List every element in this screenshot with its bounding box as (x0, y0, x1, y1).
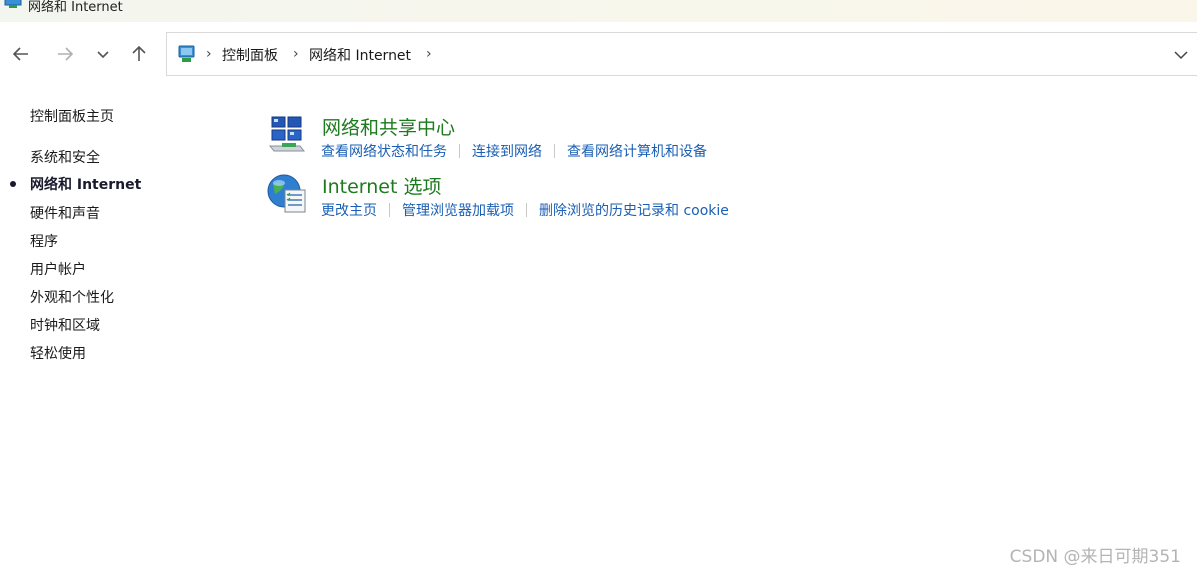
control-panel-icon (178, 45, 195, 62)
arrow-up-icon (132, 45, 146, 61)
breadcrumb-control-panel[interactable]: 控制面板 (222, 45, 278, 65)
link-change-homepage[interactable]: 更改主页 (321, 200, 377, 220)
category-links: 查看网络状态和任务 连接到网络 查看网络计算机和设备 (321, 141, 707, 161)
internet-options-icon (267, 174, 306, 213)
back-button[interactable] (9, 42, 33, 66)
control-panel-icon (4, 0, 22, 8)
arrow-right-icon (58, 47, 74, 61)
arrow-left-icon (12, 47, 28, 61)
title-bar: 网络和 Internet (0, 0, 1197, 22)
link-divider (554, 144, 555, 158)
category-title[interactable]: 网络和共享中心 (322, 113, 455, 140)
link-divider (389, 203, 390, 217)
link-manage-addons[interactable]: 管理浏览器加载项 (402, 200, 514, 220)
breadcrumb-separator[interactable]: › (293, 46, 299, 62)
category-title[interactable]: Internet 选项 (322, 172, 441, 199)
sidebar-item-hardware-sound[interactable]: 硬件和声音 (30, 203, 100, 223)
recent-locations-button[interactable] (91, 42, 115, 66)
address-bar[interactable]: › 控制面板 › 网络和 Internet › (166, 32, 1197, 76)
watermark: CSDN @来日可期351 (1009, 547, 1181, 567)
link-view-network-status[interactable]: 查看网络状态和任务 (321, 141, 447, 161)
sidebar-item-appearance[interactable]: 外观和个性化 (30, 287, 114, 307)
sidebar-item-programs[interactable]: 程序 (30, 231, 58, 251)
current-item-bullet (10, 181, 16, 187)
network-sharing-center-icon (268, 116, 306, 152)
breadcrumb-separator[interactable]: › (426, 46, 432, 62)
link-connect-to-network[interactable]: 连接到网络 (472, 141, 542, 161)
navigation-bar: › 控制面板 › 网络和 Internet › (0, 22, 1197, 86)
up-button[interactable] (127, 42, 151, 66)
category-links: 更改主页 管理浏览器加载项 删除浏览的历史记录和 cookie (321, 200, 729, 220)
sidebar-item-user-accounts[interactable]: 用户帐户 (30, 259, 86, 279)
sidebar-item-clock-region[interactable]: 时钟和区域 (30, 315, 100, 335)
chevron-down-icon[interactable] (1173, 47, 1189, 63)
link-view-network-computers[interactable]: 查看网络计算机和设备 (567, 141, 707, 161)
sidebar-item-ease-of-access[interactable]: 轻松使用 (30, 343, 86, 363)
sidebar-item-home[interactable]: 控制面板主页 (30, 106, 114, 126)
window-title: 网络和 Internet (28, 0, 123, 15)
sidebar-item-system-security[interactable]: 系统和安全 (30, 147, 100, 167)
chevron-down-icon (97, 51, 109, 59)
breadcrumb-network-internet[interactable]: 网络和 Internet (309, 45, 411, 65)
breadcrumb-separator: › (206, 46, 212, 62)
sidebar-item-network-internet[interactable]: 网络和 Internet (30, 174, 141, 194)
link-divider (459, 144, 460, 158)
link-delete-browsing-history[interactable]: 删除浏览的历史记录和 cookie (539, 200, 729, 220)
link-divider (526, 203, 527, 217)
forward-button[interactable] (53, 42, 77, 66)
